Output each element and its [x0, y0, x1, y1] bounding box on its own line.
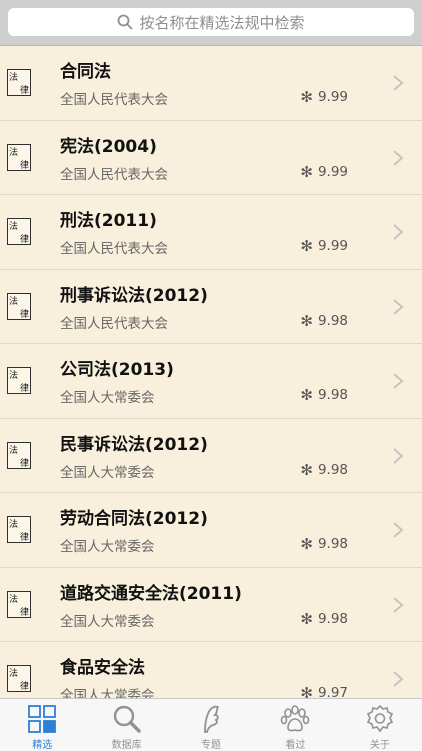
list-item[interactable]: 法律 食品安全法 全国人大常委会 ✻ 9.97	[0, 642, 422, 698]
law-score: ✻ 9.98	[300, 535, 348, 553]
law-seal-icon: 法律	[7, 69, 31, 96]
list-item[interactable]: 法律 宪法(2004) 全国人民代表大会 ✻ 9.99	[0, 121, 422, 195]
list-item[interactable]: 法律 道路交通安全法(2011) 全国人大常委会 ✻ 9.98	[0, 568, 422, 642]
law-score: ✻ 9.99	[300, 88, 348, 106]
asterisk-icon: ✻	[300, 609, 313, 628]
list-item[interactable]: 法律 民事诉讼法(2012) 全国人大常委会 ✻ 9.98	[0, 419, 422, 493]
law-title: 刑法(2011)	[60, 211, 157, 231]
chevron-right-icon	[393, 596, 404, 613]
list-item[interactable]: 法律 刑事诉讼法(2012) 全国人民代表大会 ✻ 9.98	[0, 270, 422, 344]
asterisk-icon: ✻	[300, 162, 313, 181]
asterisk-icon: ✻	[300, 460, 313, 479]
chevron-right-icon	[393, 522, 404, 538]
law-score: ✻ 9.98	[300, 311, 348, 330]
law-issuer: 全国人民代表大会	[60, 315, 168, 332]
tab-bar: 精选 数据库 专题 看过 关于	[0, 698, 422, 751]
chevron-right-icon	[393, 298, 404, 315]
law-seal-icon: 法律	[7, 218, 31, 245]
list-item[interactable]: 法律 合同法 全国人民代表大会 ✻ 9.99	[0, 46, 422, 121]
law-score: ✻ 9.99	[300, 237, 348, 255]
tab-label: 精选	[32, 740, 53, 751]
chevron-right-icon	[393, 373, 404, 389]
law-title: 道路交通安全法(2011)	[60, 583, 242, 604]
tab-about[interactable]: 关于	[338, 699, 422, 751]
tab-history[interactable]: 看过	[253, 699, 337, 751]
list-item[interactable]: 法律 公司法(2013) 全国人大常委会 ✻ 9.98	[0, 344, 422, 419]
law-title: 公司法(2013)	[60, 360, 174, 380]
law-issuer: 全国人民代表大会	[60, 166, 168, 183]
magnifier-icon	[113, 705, 141, 733]
leaf-icon	[204, 705, 220, 733]
law-issuer: 全国人大常委会	[60, 613, 155, 630]
law-score: ✻ 9.98	[300, 460, 348, 479]
law-seal-icon: 法律	[7, 367, 31, 394]
tab-label: 关于	[369, 740, 390, 751]
grid-icon	[28, 705, 57, 733]
law-title: 宪法(2004)	[60, 136, 157, 157]
law-seal-icon: 法律	[7, 665, 31, 692]
asterisk-icon: ✻	[300, 386, 313, 404]
law-issuer: 全国人大常委会	[60, 539, 155, 555]
asterisk-icon: ✻	[300, 684, 313, 698]
paw-icon	[281, 705, 310, 732]
tab-featured[interactable]: 精选	[0, 699, 84, 751]
law-score: ✻ 9.99	[300, 162, 348, 181]
asterisk-icon: ✻	[300, 88, 313, 106]
law-title: 食品安全法	[60, 658, 145, 678]
law-issuer: 全国人大常委会	[60, 688, 155, 698]
law-issuer: 全国人民代表大会	[60, 92, 168, 108]
chevron-right-icon	[393, 224, 404, 240]
search-bar: 按名称在精选法规中检索	[0, 0, 422, 46]
list-item[interactable]: 法律 刑法(2011) 全国人民代表大会 ✻ 9.99	[0, 195, 422, 270]
chevron-right-icon	[393, 75, 404, 91]
law-score: ✻ 9.98	[300, 609, 348, 628]
law-list: 法律 合同法 全国人民代表大会 ✻ 9.99 法律 宪法(2004) 全国人民代表…	[0, 46, 422, 698]
law-seal-icon: 法律	[7, 292, 31, 320]
law-issuer: 全国人民代表大会	[60, 241, 168, 257]
chevron-right-icon	[393, 671, 404, 687]
gear-icon	[366, 704, 393, 733]
law-seal-icon: 法律	[7, 516, 31, 543]
law-issuer: 全国人大常委会	[60, 464, 155, 481]
law-issuer: 全国人大常委会	[60, 390, 155, 406]
tab-label: 数据库	[111, 740, 142, 751]
chevron-right-icon	[393, 447, 404, 464]
search-icon	[117, 14, 133, 30]
law-seal-icon: 法律	[7, 441, 31, 469]
asterisk-icon: ✻	[300, 535, 313, 553]
law-title: 民事诉讼法(2012)	[60, 434, 208, 455]
chevron-right-icon	[393, 149, 404, 166]
tab-topics[interactable]: 专题	[169, 699, 253, 751]
list-item[interactable]: 法律 劳动合同法(2012) 全国人大常委会 ✻ 9.98	[0, 493, 422, 568]
tab-label: 看过	[285, 740, 306, 751]
law-seal-icon: 法律	[7, 143, 31, 171]
law-score: ✻ 9.98	[300, 386, 348, 404]
tab-database[interactable]: 数据库	[84, 699, 168, 751]
search-placeholder: 按名称在精选法规中检索	[139, 13, 305, 32]
asterisk-icon: ✻	[300, 237, 313, 255]
search-input[interactable]: 按名称在精选法规中检索	[8, 8, 414, 36]
asterisk-icon: ✻	[300, 311, 313, 330]
law-title: 刑事诉讼法(2012)	[60, 285, 208, 306]
law-title: 劳动合同法(2012)	[60, 509, 208, 529]
tab-label: 专题	[201, 740, 222, 751]
law-seal-icon: 法律	[7, 590, 31, 618]
law-title: 合同法	[60, 62, 111, 82]
law-score: ✻ 9.97	[300, 684, 348, 698]
